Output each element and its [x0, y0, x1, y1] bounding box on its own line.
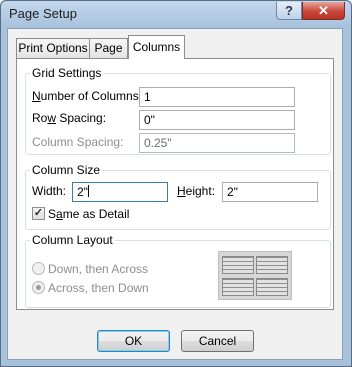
width-value: 2" — [77, 185, 88, 199]
row-spacing-label: Row Spacing: — [32, 111, 107, 125]
height-input[interactable]: 2" — [222, 182, 318, 202]
number-of-columns-input[interactable]: 1 — [139, 87, 295, 107]
width-label: Width: — [32, 184, 67, 198]
down-then-across-label[interactable]: Down, then Across — [48, 262, 148, 276]
grid-settings-title: Grid Settings — [30, 66, 104, 80]
same-as-detail-label[interactable]: Same as Detail — [48, 207, 129, 221]
height-label: Height: — [177, 184, 216, 198]
tab-columns[interactable]: Columns — [128, 35, 185, 59]
preview-cell — [256, 278, 288, 296]
column-size-title: Column Size — [30, 163, 103, 177]
number-of-columns-label: Number of Columns: — [32, 89, 143, 103]
column-spacing-input[interactable]: 0.25" — [139, 133, 295, 153]
close-button[interactable]: ✕ — [302, 2, 345, 20]
column-spacing-label: Column Spacing: — [32, 135, 124, 149]
preview-cell — [256, 256, 288, 274]
column-layout-title: Column Layout — [30, 233, 115, 247]
across-then-down-radio[interactable] — [32, 281, 45, 294]
same-as-detail-checkbox[interactable]: ✓ — [32, 207, 45, 220]
preview-cell — [222, 278, 254, 296]
tab-page[interactable]: Page — [89, 38, 128, 58]
tab-print-options[interactable]: Print Options — [16, 38, 90, 58]
preview-cell — [222, 256, 254, 274]
width-input[interactable]: 2" — [72, 182, 168, 202]
row-spacing-input[interactable]: 0" — [139, 110, 295, 130]
cancel-button[interactable]: Cancel — [181, 330, 254, 352]
across-then-down-label[interactable]: Across, then Down — [48, 281, 149, 295]
text-caret — [87, 185, 89, 197]
column-layout-preview-image — [218, 251, 292, 300]
ok-button[interactable]: OK — [97, 330, 170, 352]
window-title: Page Setup — [9, 6, 77, 21]
down-then-across-radio[interactable] — [32, 262, 45, 275]
help-button[interactable]: ? — [276, 2, 302, 20]
